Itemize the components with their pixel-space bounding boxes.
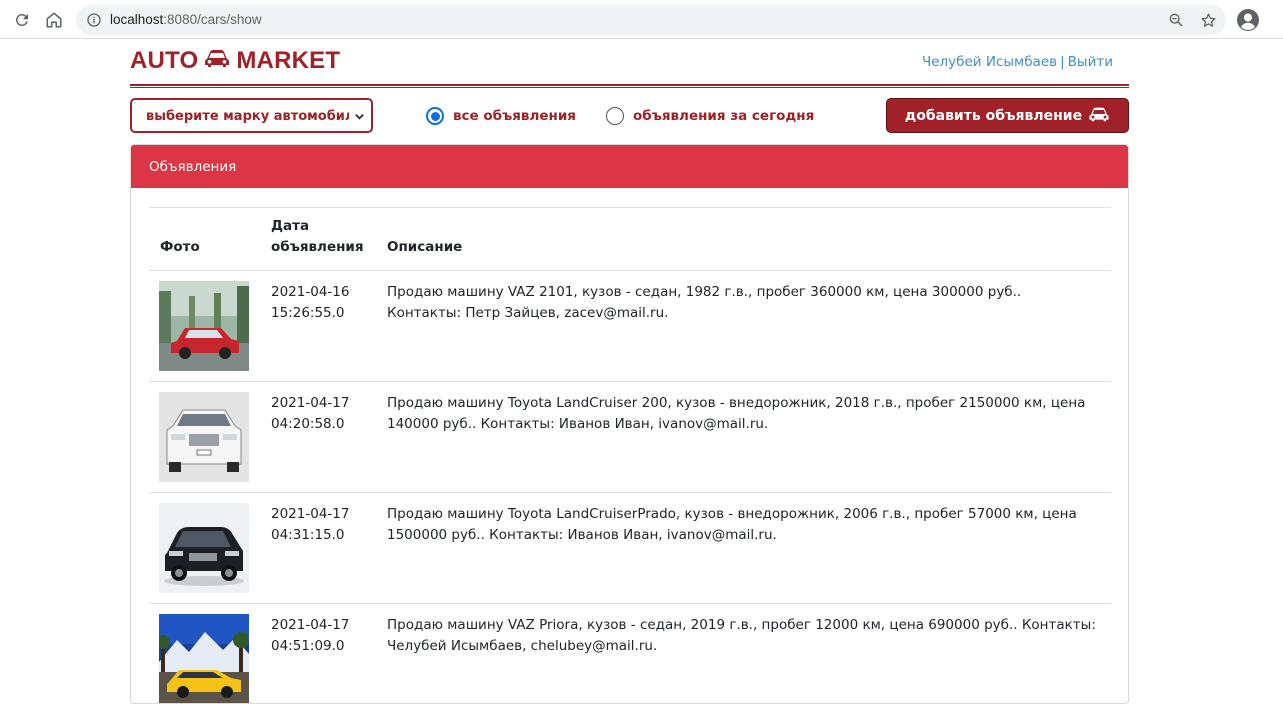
- profile-avatar-icon[interactable]: [1236, 8, 1260, 32]
- user-links: Челубей Исымбаев | Выйти: [922, 54, 1113, 70]
- car-icon: [1088, 106, 1110, 126]
- brand-select-value: выберите марку автомобиля: [146, 109, 363, 124]
- zoom-icon[interactable]: [1166, 10, 1186, 30]
- table-row: 2021-04-16 15:26:55.0 Продаю машину VAZ …: [149, 271, 1111, 382]
- ad-description: Продаю машину Toyota LandCruiserPrado, к…: [387, 506, 1077, 543]
- yellow-car-photo: [159, 614, 249, 703]
- black-suv-photo: [159, 503, 249, 593]
- ads-card: Объявления Фото Дата объявления Описание: [130, 144, 1129, 704]
- star-icon[interactable]: [1198, 10, 1218, 30]
- column-date: Дата объявления: [271, 218, 364, 255]
- brand-select[interactable]: выберите марку автомобиля: [130, 98, 373, 133]
- add-ad-button-label: добавить объявление: [904, 107, 1083, 124]
- ad-date: 2021-04-17 04:20:58.0: [271, 395, 350, 432]
- separator: |: [1060, 54, 1065, 70]
- table-header: Фото Дата объявления Описание: [149, 208, 1111, 271]
- logout-link[interactable]: Выйти: [1068, 54, 1113, 70]
- table-row: 2021-04-17 04:31:15.0 Продаю машину Toyo…: [149, 493, 1111, 604]
- ad-date: 2021-04-16 15:26:55.0: [271, 284, 350, 321]
- site-logo[interactable]: AUTO MARKET: [130, 47, 340, 75]
- table-row: 2021-04-17 04:51:09.0 Продаю машину VAZ …: [149, 604, 1111, 703]
- address-bar[interactable]: localhost:8080/cars/show: [76, 5, 1226, 35]
- radio-all-ads-dot[interactable]: [426, 107, 444, 125]
- radio-today-ads-dot[interactable]: [606, 107, 624, 125]
- ads-card-title: Объявления: [131, 145, 1128, 188]
- radio-today-ads-label: объявления за сегодня: [633, 108, 815, 124]
- column-photo: Фото: [160, 239, 200, 255]
- ad-date: 2021-04-17 04:51:09.0: [271, 617, 350, 654]
- table-row: 2021-04-17 04:20:58.0 Продаю машину Toyo…: [149, 382, 1111, 493]
- column-description: Описание: [387, 239, 463, 255]
- info-icon[interactable]: [84, 10, 104, 30]
- ad-description: Продаю машину VAZ 2101, кузов - седан, 1…: [387, 284, 1022, 321]
- reload-icon[interactable]: [10, 8, 34, 32]
- red-sedan-photo: [159, 281, 249, 371]
- browser-toolbar: localhost:8080/cars/show: [0, 0, 1283, 39]
- add-ad-button[interactable]: добавить объявление: [886, 98, 1129, 133]
- radio-all-ads[interactable]: все объявления: [426, 107, 576, 125]
- user-name-link[interactable]: Челубей Исымбаев: [922, 54, 1057, 70]
- header-divider: [130, 84, 1129, 88]
- url-text: localhost:8080/cars/show: [110, 12, 262, 27]
- home-icon[interactable]: [42, 8, 66, 32]
- radio-today-ads[interactable]: объявления за сегодня: [606, 107, 814, 125]
- ad-description: Продаю машину Toyota LandCruiser 200, ку…: [387, 395, 1086, 432]
- car-icon: [204, 47, 230, 75]
- chevron-down-icon: [349, 107, 369, 125]
- white-suv-photo: [159, 392, 249, 482]
- ad-description: Продаю машину VAZ Priora, кузов - седан,…: [387, 617, 1096, 654]
- radio-all-ads-label: все объявления: [453, 108, 576, 124]
- ad-date: 2021-04-17 04:31:15.0: [271, 506, 350, 543]
- ads-table: Фото Дата объявления Описание 2021-04-16…: [149, 207, 1111, 703]
